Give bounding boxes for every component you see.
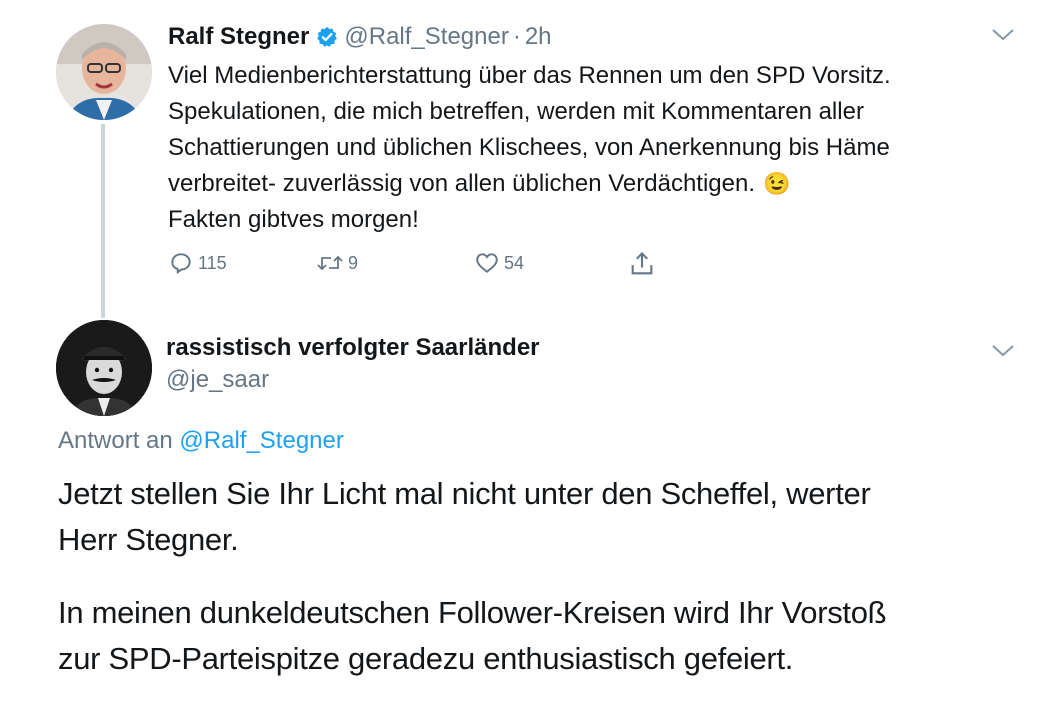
author-handle[interactable]: @Ralf_Stegner — [344, 23, 508, 51]
reply-icon — [171, 253, 191, 275]
tweet-line: verbreitet- zuverlässig von allen üblich… — [168, 170, 756, 197]
reply-prefix: Antwort an — [58, 427, 173, 454]
winking-emoji: 😉 — [763, 171, 791, 196]
tweet-line: zur SPD-Parteispitze geradezu enthusiast… — [58, 641, 794, 676]
tweet-time[interactable]: 2h — [525, 23, 552, 51]
avatar-je-saar[interactable] — [56, 320, 152, 416]
thread-line — [101, 124, 105, 318]
like-count: 54 — [504, 252, 525, 273]
avatar-portrait-image — [56, 24, 152, 120]
chevron-down-icon[interactable] — [990, 343, 1016, 364]
retweet-count: 9 — [348, 252, 359, 273]
tweet1-text: Viel Medienberichterstattung über das Re… — [168, 58, 998, 238]
reply-to-link[interactable]: @Ralf_Stegner — [179, 427, 343, 454]
tweet2-paragraph-2: In meinen dunkeldeutschen Follower-Kreis… — [58, 590, 1018, 682]
tweet-line: Spekulationen, die mich betreffen, werde… — [168, 98, 864, 125]
author-handle[interactable]: @je_saar — [166, 366, 269, 394]
separator-dot: · — [512, 23, 521, 50]
like-button[interactable]: 54 — [474, 250, 524, 276]
tweet-line: Jetzt stellen Sie Ihr Licht mal nicht un… — [58, 476, 871, 511]
tweet2-paragraph-1: Jetzt stellen Sie Ihr Licht mal nicht un… — [58, 471, 1018, 563]
chevron-down-icon[interactable] — [990, 27, 1016, 48]
tweet-line: Schattierungen und üblichen Klischees, v… — [168, 134, 890, 161]
tweet-line: Viel Medienberichterstattung über das Re… — [168, 62, 891, 89]
heart-icon — [476, 253, 498, 273]
share-icon — [631, 252, 653, 275]
tweet1-header: Ralf Stegner @Ralf_Stegner · 2h — [168, 22, 552, 52]
retweet-icon — [317, 255, 343, 271]
author-name[interactable]: rassistisch verfolgter Saarländer — [166, 334, 540, 362]
author-name[interactable]: Ralf Stegner — [168, 23, 309, 51]
retweet-button[interactable]: 9 — [316, 250, 358, 276]
tweet-line: Herr Stegner. — [58, 522, 239, 557]
avatar-portrait-image — [56, 320, 152, 416]
verified-badge-icon — [316, 26, 338, 48]
reply-count: 115 — [198, 252, 227, 273]
reply-button[interactable]: 115 — [168, 250, 227, 276]
tweet-line: Fakten gibtves morgen! — [168, 206, 419, 233]
tweet-line: In meinen dunkeldeutschen Follower-Kreis… — [58, 595, 887, 630]
reply-context: Antwort an @Ralf_Stegner — [58, 427, 344, 455]
share-button[interactable] — [628, 250, 660, 278]
avatar-ralf-stegner[interactable] — [56, 24, 152, 120]
